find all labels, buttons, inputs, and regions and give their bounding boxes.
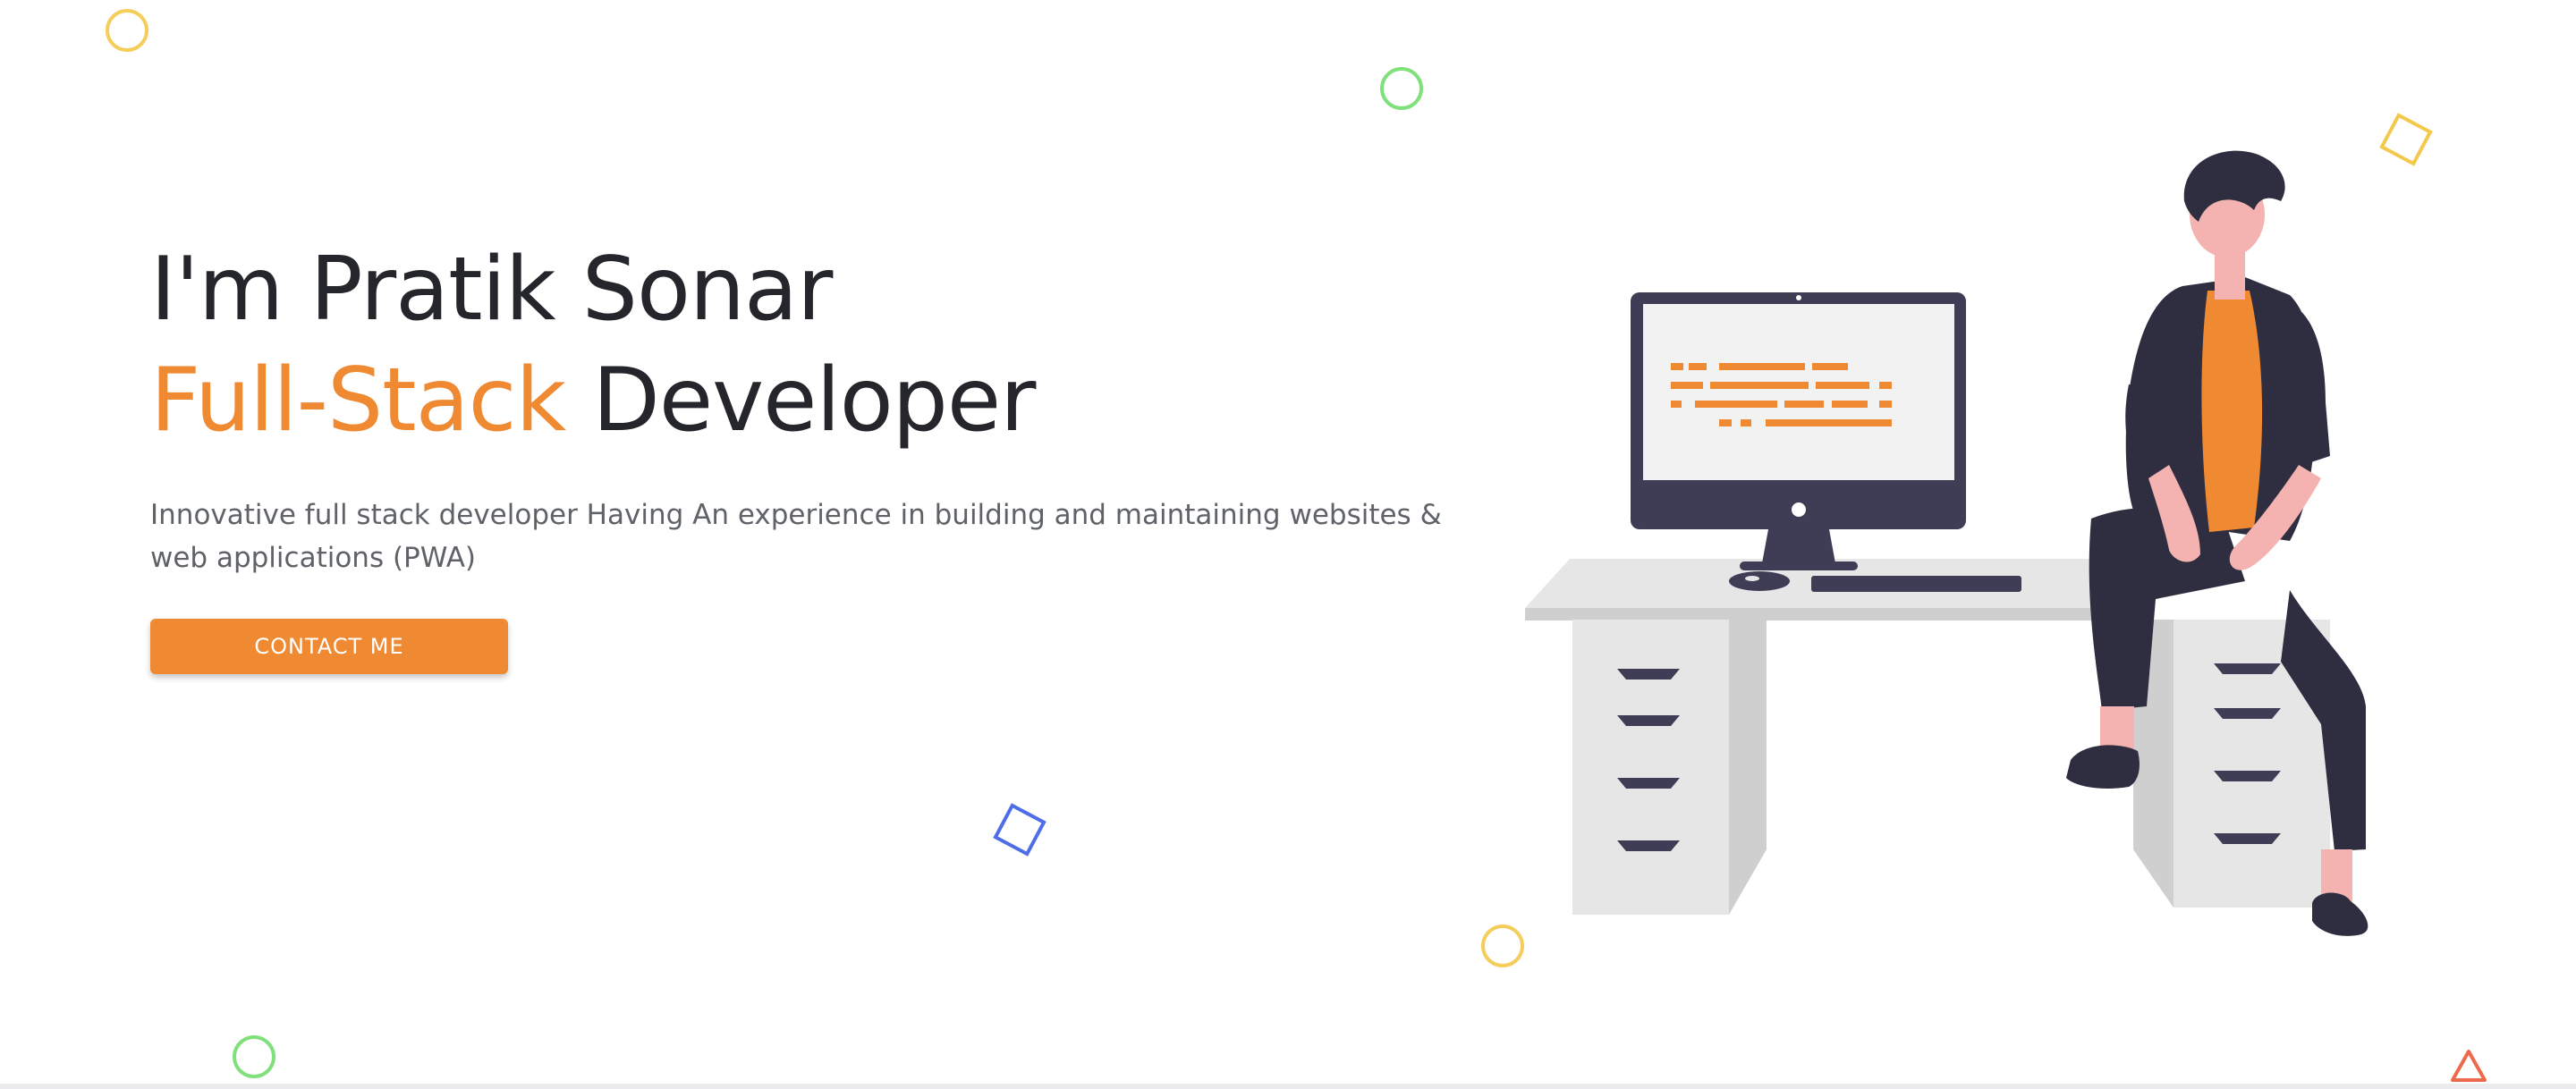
green-circle-icon: [233, 1035, 275, 1078]
blue-square-icon: [993, 803, 1046, 857]
triangle-icon: [2451, 1050, 2487, 1082]
hero-heading: I'm Pratik Sonar Full-Stack Developer: [150, 234, 1492, 456]
greeting-line: I'm Pratik Sonar: [150, 239, 833, 341]
mouse: [1729, 571, 1790, 591]
role-rest: Developer: [565, 350, 1036, 452]
developer-at-desk-illustration: [1525, 150, 2368, 936]
green-circle-icon: [1380, 67, 1423, 110]
hero-section: I'm Pratik Sonar Full-Stack Developer In…: [150, 234, 1492, 674]
hero-page: I'm Pratik Sonar Full-Stack Developer In…: [0, 0, 2576, 1089]
contact-me-button[interactable]: CONTACT ME: [150, 619, 508, 674]
keyboard: [1811, 576, 2021, 592]
yellow-circle-icon: [106, 9, 148, 52]
monitor: [1631, 292, 1966, 570]
role-accent: Full-Stack: [150, 350, 566, 452]
hero-description: Innovative full stack developer Having A…: [150, 499, 1442, 574]
role-line: Full-Stack Developer: [150, 345, 1492, 456]
desk: [1525, 559, 2330, 915]
section-divider: [0, 1084, 2576, 1089]
